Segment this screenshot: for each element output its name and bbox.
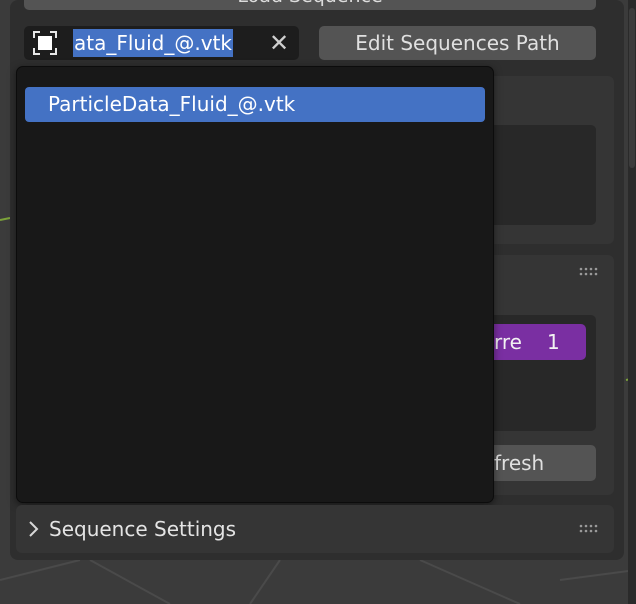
chip-label: rre	[494, 330, 522, 354]
drag-grip-icon[interactable]	[578, 266, 600, 278]
chip-value: 1	[547, 330, 560, 354]
file-path-selected-text[interactable]: ata_Fluid_@.vtk	[73, 29, 233, 57]
dropdown-item[interactable]: ParticleData_Fluid_@.vtk	[25, 87, 485, 122]
file-select-icon[interactable]	[32, 30, 58, 56]
refresh-button-label: fresh	[494, 451, 545, 475]
list-box-background	[480, 125, 596, 225]
sequence-settings-title: Sequence Settings	[49, 517, 237, 541]
panel-scrollbar[interactable]	[628, 0, 636, 604]
edit-sequences-path-button[interactable]: Edit Sequences Path	[319, 26, 596, 60]
drag-grip-icon[interactable]	[578, 523, 600, 535]
file-path-field[interactable]: ata_Fluid_@.vtk ✕	[24, 26, 299, 60]
sequence-settings-panel-header[interactable]: Sequence Settings	[16, 505, 614, 553]
chevron-right-icon	[29, 521, 39, 537]
search-dropdown-popup: ParticleData_Fluid_@.vtk	[16, 66, 494, 503]
close-icon[interactable]: ✕	[265, 29, 293, 57]
dropdown-item-label: ParticleData_Fluid_@.vtk	[48, 92, 296, 116]
scrollbar-thumb[interactable]	[629, 8, 635, 168]
load-sequence-button[interactable]: Load Sequence	[24, 0, 596, 10]
